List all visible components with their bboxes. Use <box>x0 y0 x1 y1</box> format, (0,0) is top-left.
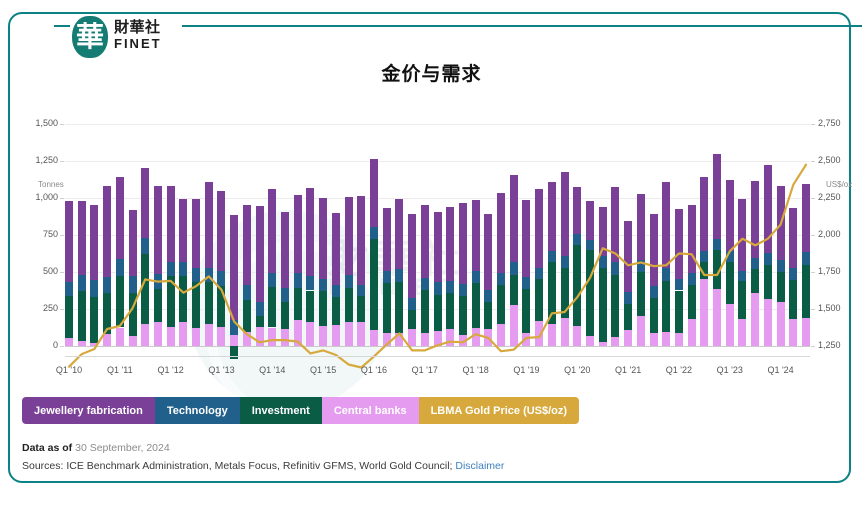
logo-name-cn: 財華社 <box>114 18 161 36</box>
logo-name-en: FINET <box>114 36 162 51</box>
tick-mark <box>811 198 815 199</box>
y-axis-tick-left: 750 <box>42 229 58 239</box>
y-axis-tick-left: 1,500 <box>35 118 58 128</box>
tick-mark <box>60 124 64 125</box>
y-axis-tick-right: 2,000 <box>818 229 841 239</box>
x-axis-tick: Q1 '20 <box>564 365 591 375</box>
x-axis-tick: Q1 '17 <box>411 365 438 375</box>
y-axis-tick-right: 1,500 <box>818 303 841 313</box>
tick-mark <box>811 124 815 125</box>
left-axis-title: Tonnes <box>38 180 64 189</box>
x-axis-tick: Q1 '12 <box>157 365 184 375</box>
x-axis-tick: Q1 '14 <box>259 365 286 375</box>
tick-mark <box>60 272 64 273</box>
legend-item[interactable]: Jewellery fabrication <box>22 397 155 424</box>
y-axis-tick-right: 1,750 <box>818 266 841 276</box>
x-axis-tick: Q1 '18 <box>462 365 489 375</box>
y-axis-tick-right: 2,250 <box>818 192 841 202</box>
gold-price-line <box>67 163 808 369</box>
legend-item[interactable]: LBMA Gold Price (US$/oz) <box>418 397 580 424</box>
x-axis-line <box>65 356 810 357</box>
y-axis-tick-left: 1,250 <box>35 155 58 165</box>
legend-item[interactable]: Investment <box>239 397 322 424</box>
x-axis-tick: Q1 '19 <box>513 365 540 375</box>
tick-mark <box>60 235 64 236</box>
header-rule-right <box>178 25 862 27</box>
y-axis-tick-left: 250 <box>42 303 58 313</box>
line-path <box>67 163 808 369</box>
x-axis-tick: Q1 '24 <box>767 365 794 375</box>
y-axis-tick-right: 2,500 <box>818 155 841 165</box>
x-axis-tick: Q1 '21 <box>614 365 642 375</box>
x-axis-tick: Q1 '22 <box>665 365 693 375</box>
disclaimer-link[interactable]: Disclaimer <box>455 460 504 472</box>
tick-mark <box>60 309 64 310</box>
tick-mark <box>60 346 64 347</box>
tick-mark <box>60 198 64 199</box>
logo-wordmark: 財華社 FINET <box>114 18 162 52</box>
data-as-of-label: Data as of <box>22 442 73 454</box>
page-title: 金价与需求 <box>381 63 482 85</box>
right-axis-title: US$/oz <box>826 180 853 189</box>
data-as-of-value: 30 September, 2024 <box>75 442 170 454</box>
x-axis-tick: Q1 '13 <box>208 365 235 375</box>
y-axis-tick-right: 2,750 <box>818 118 841 128</box>
x-axis-tick: Q1 '11 <box>107 365 133 375</box>
gold-price-and-demand-chart: Tonnes US$/oz 0 250 500 750 1,000 1,250 1,500 1… <box>20 92 852 382</box>
y-axis-tick-right: 1,250 <box>818 340 841 350</box>
x-axis-tick: Q1 '10 <box>55 365 83 375</box>
y-axis-tick-left: 500 <box>42 266 58 276</box>
tick-mark <box>60 161 64 162</box>
x-axis-tick: Q1 '15 <box>310 365 337 375</box>
y-axis-tick-left: 0 <box>52 340 58 350</box>
tick-mark <box>811 272 815 273</box>
sources-line: Sources: ICE Benchmark Administration, M… <box>22 457 504 475</box>
page-frame: 華 財華社 FINET 金价与需求 財華社 FINET Tonnes US$/o… <box>8 12 862 483</box>
tick-mark <box>811 309 815 310</box>
data-as-of-line: Data as of 30 September, 2024 <box>22 439 504 457</box>
chart-legend: Jewellery fabrication Technology Investmen… <box>22 397 580 424</box>
y-axis-tick-left: 1,000 <box>35 192 58 202</box>
tick-mark <box>811 346 815 347</box>
sources-text: Sources: ICE Benchmark Administration, M… <box>22 460 453 472</box>
footer: Data as of 30 September, 2024 Sources: I… <box>22 439 504 475</box>
x-axis-tick: Q1 '23 <box>716 365 743 375</box>
plot-area <box>65 124 810 369</box>
legend-item[interactable]: Central banks <box>321 397 419 424</box>
tick-mark <box>811 235 815 236</box>
finet-logo: 華 財華社 FINET <box>72 16 184 60</box>
tick-mark <box>811 161 815 162</box>
logo-mark-icon: 華 <box>72 16 108 58</box>
x-axis-tick: Q1 '16 <box>360 365 388 375</box>
legend-item[interactable]: Technology <box>154 397 240 424</box>
